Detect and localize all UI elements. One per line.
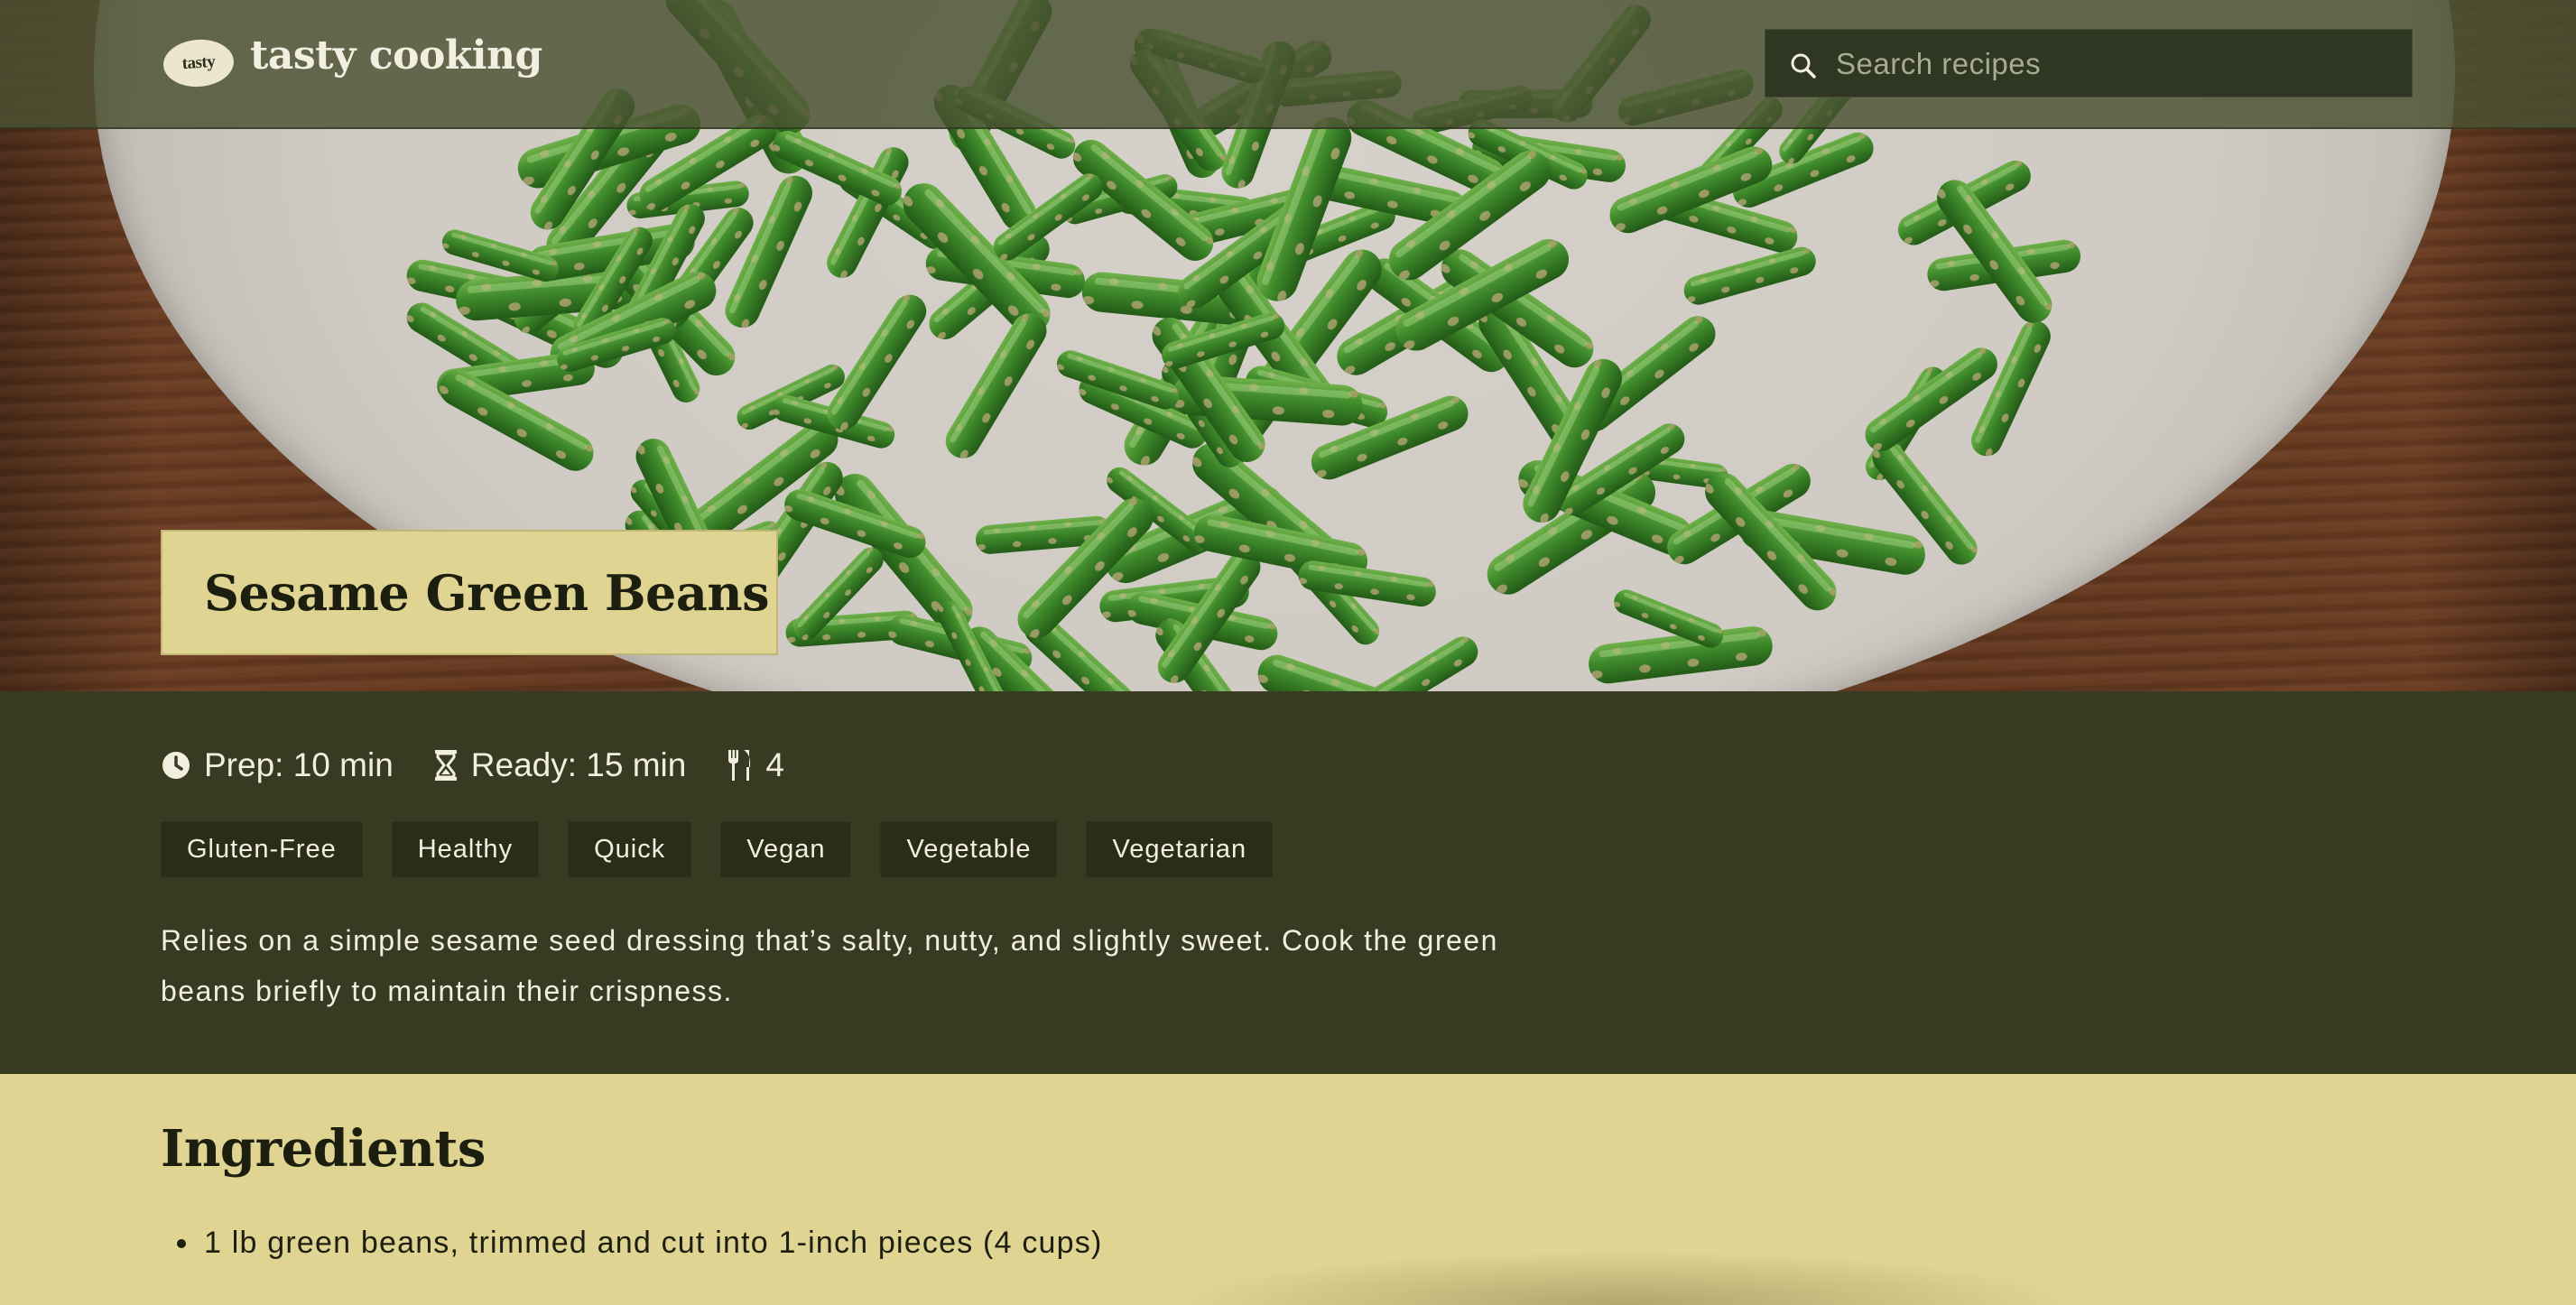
recipe-meta: Prep: 10 min Ready: 15 min 4 — [161, 740, 824, 791]
recipe-description: Relies on a simple sesame seed dressing … — [161, 924, 1498, 1007]
site-logo-text[interactable]: tasty cooking — [250, 32, 542, 79]
ready-time: Ready: 15 min — [433, 746, 687, 784]
image-shadow — [1173, 1251, 2076, 1305]
ready-time-text: Ready: 15 min — [470, 746, 687, 783]
hourglass-icon — [434, 750, 457, 781]
tag-vegetarian[interactable]: Vegetarian — [1086, 821, 1274, 877]
servings: 4 — [726, 746, 784, 784]
search-box[interactable] — [1765, 29, 2413, 98]
recipe-title-card: Sesame Green Beans — [161, 530, 778, 655]
prep-time-text: Prep: 10 min — [204, 746, 394, 783]
ingredients-section: Ingredients 1 lb green beans, trimmed an… — [0, 1074, 2576, 1305]
site-header: tasty tasty cooking — [0, 0, 2576, 129]
green-bean — [1966, 315, 2056, 461]
clock-icon — [162, 752, 190, 779]
tag-quick[interactable]: Quick — [568, 821, 692, 877]
fork-knife-icon — [728, 750, 751, 781]
recipe-title: Sesame Green Beans — [204, 563, 770, 622]
logo-badge-text: tasty — [181, 51, 216, 74]
search-icon[interactable] — [1787, 50, 1820, 82]
recipe-info: Prep: 10 min Ready: 15 min 4 Gluten-Free… — [0, 691, 2576, 1074]
green-bean — [1680, 243, 1820, 309]
tag-gluten-free[interactable]: Gluten-Free — [161, 821, 363, 877]
servings-text: 4 — [765, 746, 784, 783]
green-bean — [820, 288, 933, 437]
recipe-tags: Gluten-Free Healthy Quick Vegan Vegetabl… — [161, 821, 1274, 877]
ingredient-text: 1 lb green beans, trimmed and cut into 1… — [204, 1226, 1103, 1260]
tag-healthy[interactable]: Healthy — [391, 821, 540, 877]
ingredients-heading: Ingredients — [161, 1119, 486, 1179]
green-bean — [1296, 559, 1439, 609]
search-input[interactable] — [1836, 30, 2395, 98]
tag-vegetable[interactable]: Vegetable — [880, 821, 1058, 877]
logo-badge[interactable]: tasty — [162, 37, 236, 89]
list-item: 1 lb green beans, trimmed and cut into 1… — [177, 1226, 1102, 1261]
tag-vegan[interactable]: Vegan — [720, 821, 852, 877]
bullet — [177, 1238, 186, 1248]
ingredients-list: 1 lb green beans, trimmed and cut into 1… — [177, 1226, 1102, 1261]
prep-time: Prep: 10 min — [161, 746, 394, 784]
